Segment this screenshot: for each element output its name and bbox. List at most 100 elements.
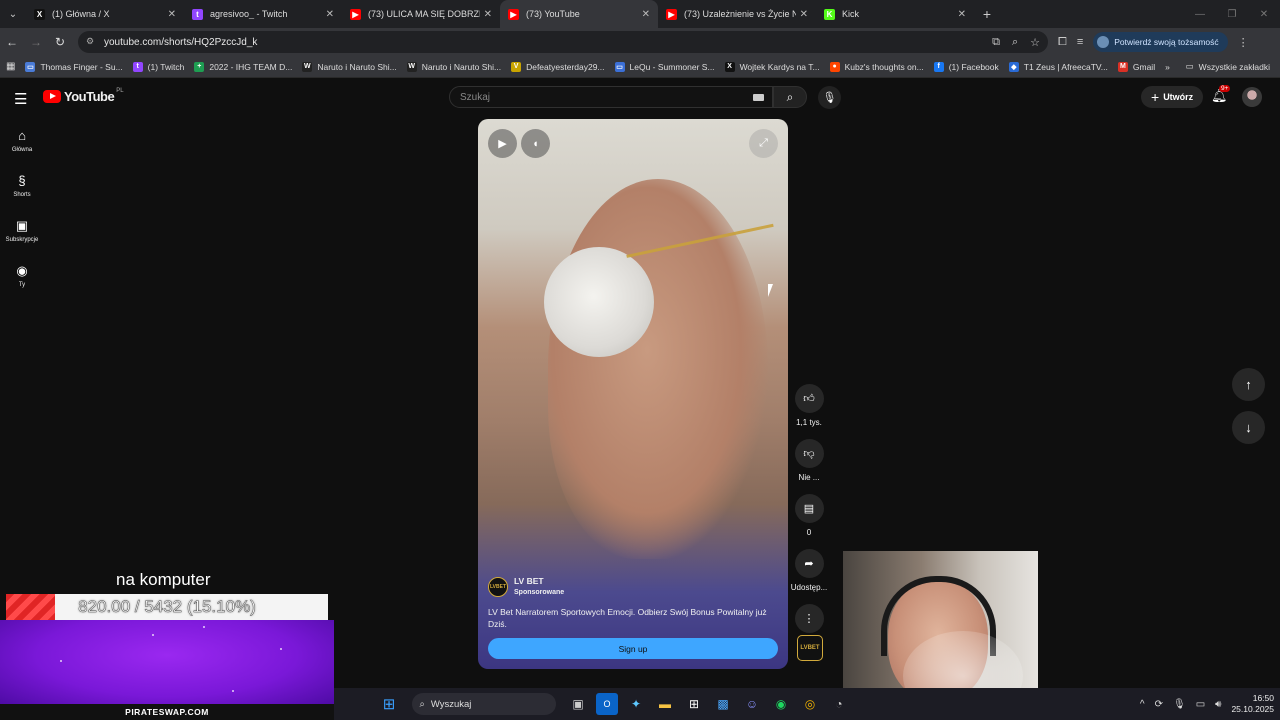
dislike-button[interactable]: 👎︎: [794, 439, 824, 468]
keyboard-icon[interactable]: [753, 93, 764, 101]
browser-tab[interactable]: ▶ (73) Uzależnienie vs Życie Now ✕: [658, 0, 816, 28]
sync-icon[interactable]: ⟳: [1155, 699, 1163, 710]
browser-tab[interactable]: K Kick ✕: [816, 0, 974, 28]
browser-menu-icon[interactable]: ⋮: [1238, 36, 1249, 49]
close-tab-icon[interactable]: ✕: [642, 9, 650, 20]
new-tab-button[interactable]: +: [974, 0, 1000, 28]
tab-search-chevron-icon[interactable]: ⌄: [0, 0, 26, 28]
bookmark-item[interactable]: +2022 - IHG TEAM D...: [194, 61, 292, 72]
play-button[interactable]: ▶: [488, 129, 517, 158]
bookmark-favicon-icon: M: [1117, 61, 1128, 72]
zoom-icon[interactable]: ⌕: [1012, 36, 1018, 49]
bookmark-item[interactable]: f (1) Facebook: [933, 61, 999, 72]
tab-favicon-icon: X: [34, 8, 45, 20]
bookmark-item[interactable]: ▭ Thomas Finger - Su...: [25, 61, 123, 72]
ad-description: LV Bet Narratorem Sportowych Emocji. Odb…: [488, 607, 767, 629]
more-options-button[interactable]: ⋮: [794, 604, 824, 633]
tray-expand-icon[interactable]: ^: [1140, 699, 1145, 710]
clock[interactable]: 16:50 25.10.2025: [1231, 693, 1274, 715]
site-info-icon[interactable]: ⚙: [86, 36, 98, 48]
volume-button[interactable]: ◖: [521, 129, 550, 158]
short-video-player[interactable]: ▶ ◖ ⤢ LVBET LV BET Sponsorowane LV Bet N…: [478, 119, 788, 669]
ad-channel-logo[interactable]: LVBET: [488, 577, 508, 597]
browser-tab[interactable]: X (1) Główna / X ✕: [26, 0, 184, 28]
nav-label: Główna: [11, 147, 33, 153]
forward-button[interactable]: →: [24, 30, 48, 54]
youtube-logo[interactable]: YouTube PL: [43, 88, 124, 104]
display-icon[interactable]: ▭: [1196, 699, 1205, 710]
close-tab-icon[interactable]: ✕: [958, 9, 966, 20]
volume-icon[interactable]: 🔊︎: [1215, 699, 1221, 710]
like-button[interactable]: 👍︎: [794, 384, 824, 413]
nav-item-home[interactable]: ⌂ Główna: [0, 124, 44, 169]
next-short-button[interactable]: ↓: [1232, 411, 1265, 444]
address-bar[interactable]: ⚙ youtube.com/shorts/HQ2PzccJd_k ⧉ ⌕ ☆: [78, 31, 1048, 53]
bookmark-item[interactable]: V Defeatyesterday29...: [511, 61, 605, 72]
sign-up-button[interactable]: Sign up: [488, 638, 778, 659]
verify-identity-button[interactable]: Potwierdź swoją tożsamość: [1093, 32, 1228, 52]
play-icon: ▶: [498, 138, 507, 150]
bookmark-item[interactable]: t (1) Twitch: [132, 61, 184, 72]
obs-icon[interactable]: ◔: [828, 693, 850, 715]
close-tab-icon[interactable]: ✕: [168, 9, 176, 20]
tab-favicon-icon: t: [192, 8, 203, 20]
nav-item-you[interactable]: ◉ Ty: [0, 259, 44, 304]
bookmark-label: Naruto i Naruto Shi...: [317, 61, 397, 72]
ad-channel-name[interactable]: LV BET: [514, 576, 564, 587]
mic-icon[interactable]: 🎙︎: [1173, 699, 1186, 710]
bookmark-item[interactable]: ◆ T1 Zeus | AfreecaTV...: [1008, 61, 1108, 72]
close-tab-icon[interactable]: ✕: [326, 9, 334, 20]
install-app-icon[interactable]: ⧉: [992, 36, 1000, 49]
reload-button[interactable]: ↻: [48, 30, 72, 54]
previous-short-button[interactable]: ↑: [1232, 368, 1265, 401]
bookmark-item[interactable]: ● Kubz's thoughts on...: [829, 61, 924, 72]
store-icon[interactable]: ⊞: [683, 693, 705, 715]
chrome-icon[interactable]: ◎: [799, 693, 821, 715]
speaker-icon: ◖: [532, 137, 539, 150]
bookmark-star-icon[interactable]: ☆: [1030, 36, 1040, 49]
shorts-icon: §: [18, 173, 26, 188]
search-button[interactable]: ⌕: [773, 86, 807, 108]
bookmark-item[interactable]: W Naruto i Naruto Shi...: [302, 61, 397, 72]
copilot-icon[interactable]: ✦: [625, 693, 647, 715]
apps-grid-icon[interactable]: ▦: [6, 61, 15, 72]
photos-icon[interactable]: ▩: [712, 693, 734, 715]
comments-button[interactable]: ▤: [794, 494, 824, 523]
media-control-icon[interactable]: ≡: [1077, 36, 1083, 48]
browser-tab[interactable]: t agresivoo_ - Twitch ✕: [184, 0, 342, 28]
share-button[interactable]: ➦: [794, 549, 824, 578]
bookmark-item[interactable]: W Naruto i Naruto Shi...: [406, 61, 501, 72]
menu-hamburger-icon[interactable]: ☰: [14, 90, 27, 108]
nav-label: Subskrypcje: [5, 237, 39, 243]
browser-tab[interactable]: ▶ (73) YouTube ✕: [500, 0, 658, 28]
bookmark-item[interactable]: ▭ LeQu - Summoner S...: [614, 61, 715, 72]
file-explorer-icon[interactable]: ▬: [654, 693, 676, 715]
windows-start-icon[interactable]: ⊞: [378, 693, 400, 715]
close-tab-icon[interactable]: ✕: [484, 9, 492, 20]
more-bookmarks-chevron-icon[interactable]: »: [1165, 62, 1170, 72]
search-input[interactable]: Szukaj: [449, 86, 773, 108]
channel-thumbnail[interactable]: LVBET: [797, 635, 823, 661]
close-tab-icon[interactable]: ✕: [800, 9, 808, 20]
minimize-button[interactable]: —: [1184, 0, 1216, 28]
bookmark-item[interactable]: M Gmail: [1117, 61, 1155, 72]
nav-item-subscriptions[interactable]: ▣ Subskrypcje: [0, 214, 44, 259]
account-avatar[interactable]: [1242, 87, 1262, 107]
create-button[interactable]: + Utwórz: [1141, 86, 1204, 108]
close-window-button[interactable]: ✕: [1248, 0, 1280, 28]
voice-search-button[interactable]: 🎙︎: [818, 86, 841, 109]
all-bookmarks-folder[interactable]: ▭ Wszystkie zakładki: [1186, 61, 1270, 72]
bookmark-item[interactable]: X Wojtek Kardys na T...: [724, 61, 820, 72]
taskbar-search[interactable]: ⌕ Wyszukaj: [411, 693, 556, 715]
discord-icon[interactable]: ☺: [741, 693, 763, 715]
fullscreen-button[interactable]: ⤢: [749, 129, 778, 158]
outlook-icon[interactable]: O: [596, 693, 618, 715]
extensions-icon[interactable]: ⧠: [1058, 36, 1067, 49]
notifications-button[interactable]: 🔔︎ 9+: [1211, 85, 1231, 104]
nav-item-shorts[interactable]: § Shorts: [0, 169, 44, 214]
task-view-icon[interactable]: ▣: [567, 693, 589, 715]
spotify-icon[interactable]: ◉: [770, 693, 792, 715]
maximize-button[interactable]: ❐: [1216, 0, 1248, 28]
browser-tab[interactable]: ▶ (73) ULICA MA SIĘ DOBRZE - Y ✕: [342, 0, 500, 28]
back-button[interactable]: ←: [0, 30, 24, 54]
